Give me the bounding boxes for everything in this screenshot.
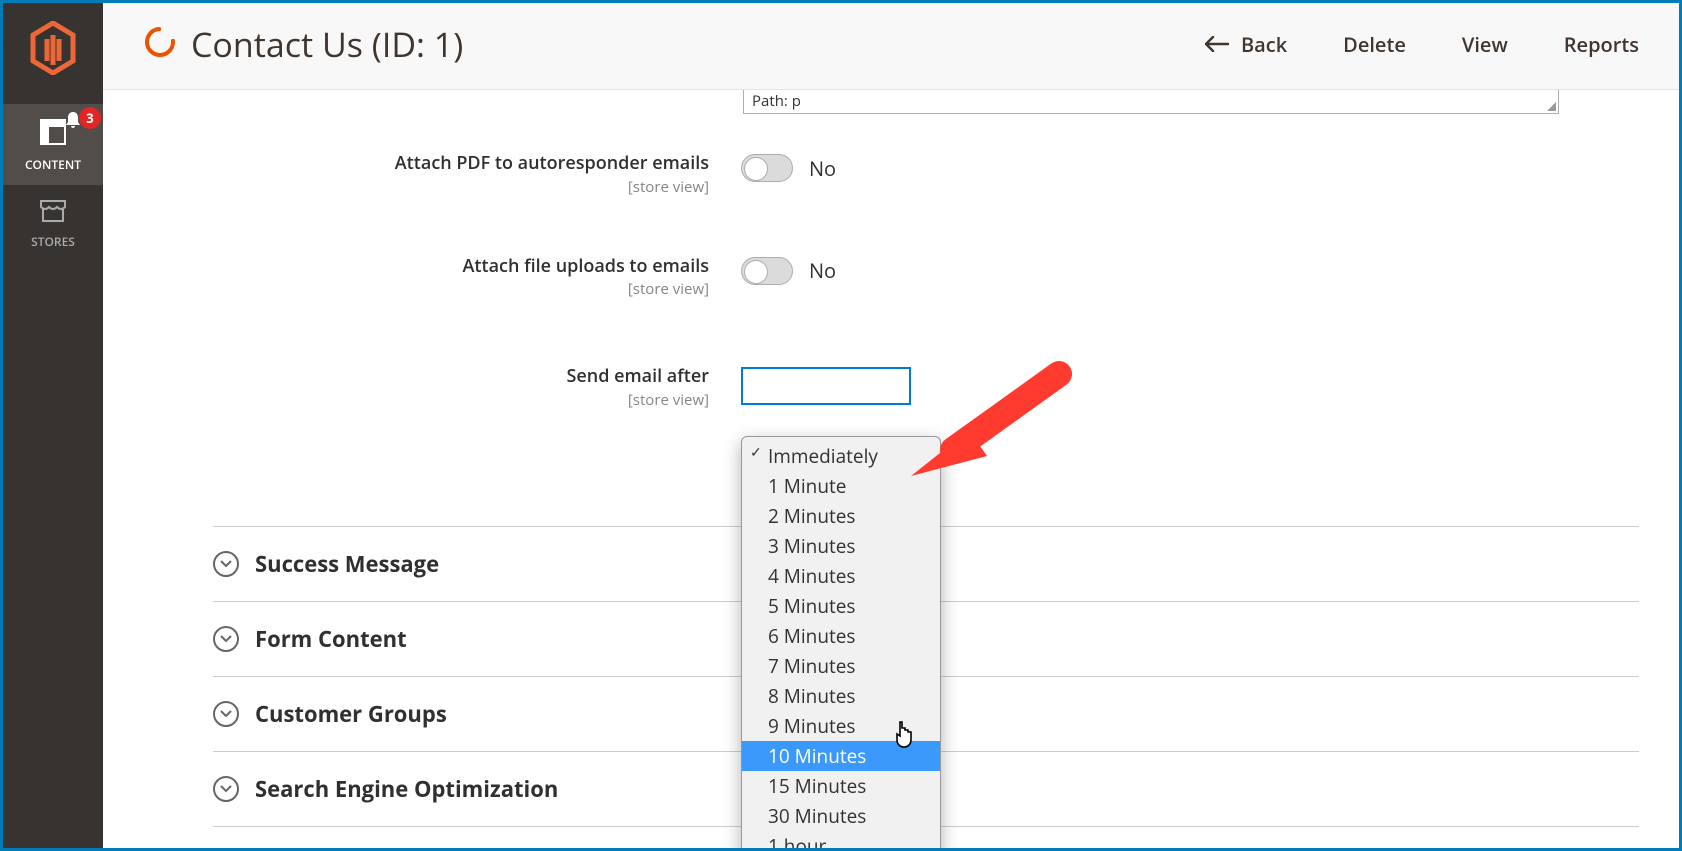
arrow-left-icon	[1205, 31, 1229, 58]
dropdown-option[interactable]: 4 Minutes	[742, 561, 940, 591]
attach-files-toggle[interactable]	[741, 257, 793, 285]
field-send-after: Send email after [store view]	[213, 365, 1639, 410]
field-scope: [store view]	[213, 390, 709, 410]
attach-pdf-toggle[interactable]	[741, 154, 793, 182]
notification-badge[interactable]: 3	[63, 110, 101, 134]
page-title: Contact Us (ID: 1)	[191, 21, 463, 67]
toggle-value-label: No	[809, 155, 836, 182]
send-after-dropdown[interactable]: Immediately1 Minute2 Minutes3 Minutes4 M…	[741, 436, 941, 848]
back-button[interactable]: Back	[1205, 31, 1287, 58]
sidebar-item-content[interactable]: CONTENT 3	[3, 104, 103, 185]
dropdown-option[interactable]: 9 Minutes	[742, 711, 940, 741]
page-header: Contact Us (ID: 1) Back Delete View Repo…	[103, 3, 1679, 90]
dropdown-option[interactable]: 1 hour	[742, 831, 940, 848]
chevron-down-icon	[213, 626, 239, 652]
chevron-down-icon	[213, 701, 239, 727]
field-attach-pdf: Attach PDF to autoresponder emails [stor…	[213, 152, 1639, 197]
field-scope: [store view]	[213, 279, 709, 299]
spinner-icon	[143, 25, 177, 64]
toggle-value-label: No	[809, 257, 836, 284]
dropdown-option[interactable]: 1 Minute	[742, 471, 940, 501]
magento-logo-icon[interactable]	[29, 21, 77, 80]
dropdown-option[interactable]: 7 Minutes	[742, 651, 940, 681]
field-label: Attach PDF to autoresponder emails	[213, 152, 709, 175]
badge-count: 3	[79, 107, 101, 129]
dropdown-option[interactable]: 6 Minutes	[742, 621, 940, 651]
field-label: Attach file uploads to emails	[213, 255, 709, 278]
dropdown-option[interactable]: 15 Minutes	[742, 771, 940, 801]
chevron-down-icon	[213, 776, 239, 802]
dropdown-option[interactable]: 8 Minutes	[742, 681, 940, 711]
dropdown-option[interactable]: 5 Minutes	[742, 591, 940, 621]
dropdown-option[interactable]: Immediately	[742, 441, 940, 471]
field-scope: [store view]	[213, 177, 709, 197]
field-label: Send email after	[213, 365, 709, 388]
dropdown-option[interactable]: 3 Minutes	[742, 531, 940, 561]
send-after-select[interactable]	[741, 367, 911, 405]
sidebar-item-stores[interactable]: STORES	[3, 185, 103, 262]
view-button[interactable]: View	[1462, 31, 1508, 58]
sidebar-item-label: STORES	[31, 233, 75, 250]
delete-button[interactable]: Delete	[1343, 31, 1406, 58]
reports-button[interactable]: Reports	[1564, 31, 1639, 58]
dropdown-option[interactable]: 10 Minutes	[742, 741, 940, 771]
dropdown-option[interactable]: 2 Minutes	[742, 501, 940, 531]
admin-sidebar: CONTENT 3 STORES	[3, 3, 103, 848]
stores-icon	[3, 199, 103, 227]
dropdown-option[interactable]: 30 Minutes	[742, 801, 940, 831]
sidebar-item-label: CONTENT	[25, 156, 81, 173]
chevron-down-icon	[213, 551, 239, 577]
field-attach-files: Attach file uploads to emails [store vie…	[213, 255, 1639, 300]
editor-path-bar: Path: p	[743, 90, 1559, 114]
